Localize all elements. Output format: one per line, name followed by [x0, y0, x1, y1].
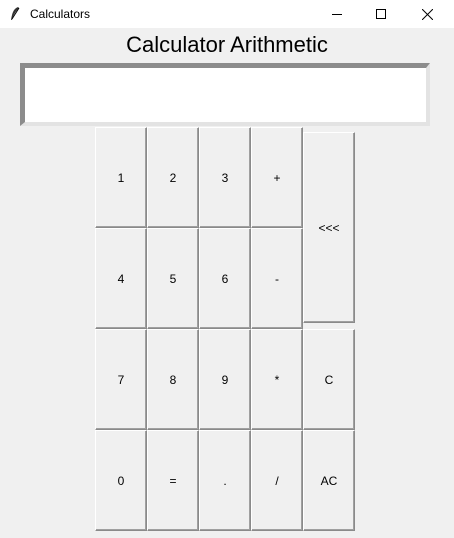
page-title: Calculator Arithmetic [126, 32, 328, 57]
key-7-button[interactable]: 7 [95, 329, 147, 430]
minimize-icon [332, 14, 342, 15]
minimize-button[interactable] [314, 0, 360, 28]
maximize-button[interactable] [358, 0, 404, 28]
close-button[interactable] [404, 0, 450, 28]
key-1-button[interactable]: 1 [95, 127, 147, 228]
decimal-button[interactable]: . [199, 430, 251, 531]
key-0-button[interactable]: 0 [95, 430, 147, 531]
key-9-button[interactable]: 9 [199, 329, 251, 430]
clear-button[interactable]: C [303, 329, 355, 430]
close-icon [421, 8, 433, 20]
key-4-button[interactable]: 4 [95, 228, 147, 329]
maximize-icon [376, 9, 386, 19]
divide-button[interactable]: / [251, 430, 303, 531]
key-8-button[interactable]: 8 [147, 329, 199, 430]
feather-icon [9, 6, 21, 22]
key-5-button[interactable]: 5 [147, 228, 199, 329]
minus-button[interactable]: - [251, 228, 303, 329]
equals-button[interactable]: = [147, 430, 199, 531]
calculator-display[interactable] [20, 63, 430, 126]
window-title: Calculators [30, 7, 91, 21]
plus-button[interactable]: + [251, 127, 303, 228]
all-clear-button[interactable]: AC [303, 430, 355, 531]
title-bar: Calculators [0, 0, 454, 28]
key-2-button[interactable]: 2 [147, 127, 199, 228]
backspace-button[interactable]: <<< [303, 132, 355, 323]
key-6-button[interactable]: 6 [199, 228, 251, 329]
multiply-button[interactable]: * [251, 329, 303, 430]
key-3-button[interactable]: 3 [199, 127, 251, 228]
